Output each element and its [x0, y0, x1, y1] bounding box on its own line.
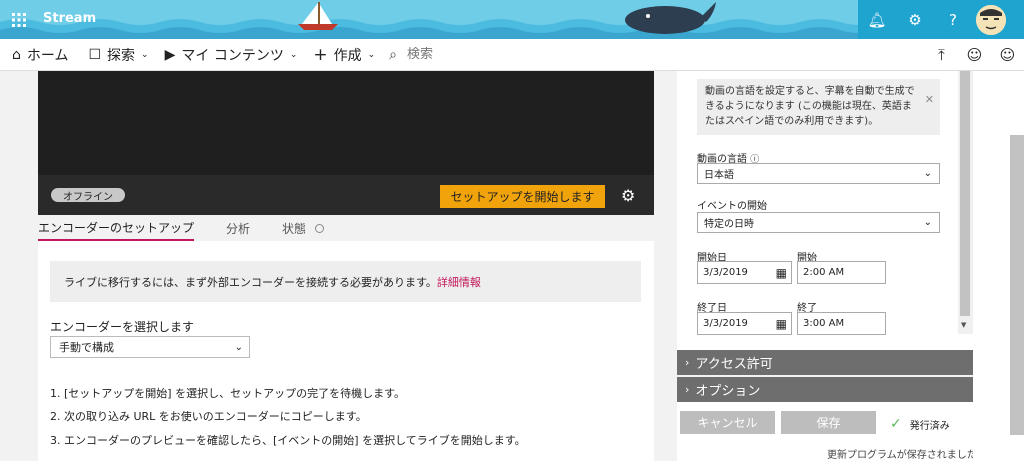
encoder-select-value: 手動で構成: [59, 341, 114, 354]
encoder-panel: オフライン セットアップを開始します ⚙ エンコーダーのセットアップ 分析 状態…: [38, 71, 654, 461]
start-date-value: 3/3/2019: [703, 267, 748, 278]
details-panel: 動画の言語を設定すると、字幕を自動で生成できるようになります (この機能は現在、…: [677, 71, 973, 350]
tab-encoder-setup-label: エンコーダーのセットアップ: [38, 220, 195, 235]
top-nav: ⌂ ホーム ☐ 探索 ⌄ ▶︎ マイ コンテンツ ⌄ + 作成 ⌄ ⌕ ⤒ ☺︎…: [0, 39, 1024, 71]
app-title[interactable]: Stream: [43, 11, 96, 26]
tab-bar: エンコーダーのセットアップ 分析 状態: [38, 215, 654, 241]
avatar[interactable]: [976, 4, 1006, 35]
nav-home[interactable]: ⌂ ホーム: [0, 39, 76, 71]
calendar-icon[interactable]: ▦: [776, 266, 787, 280]
details-scrollbar[interactable]: ▼: [958, 71, 973, 334]
home-icon: ⌂: [12, 46, 21, 63]
permissions-section[interactable]: › アクセス許可: [677, 350, 973, 375]
scrollbar-thumb[interactable]: [960, 71, 970, 316]
info-text: ライブに移行するには、まず外部エンコーダーを接続する必要があります。: [64, 275, 437, 289]
chevron-down-icon: ⌄: [367, 49, 376, 60]
gutter: [654, 71, 676, 461]
options-section[interactable]: › オプション: [677, 377, 973, 402]
event-start-label: イベントの開始: [697, 201, 767, 212]
chevron-down-icon: ⌄: [923, 217, 932, 228]
status-dot-icon: [315, 223, 325, 233]
nav-explore-label: 探索: [107, 47, 136, 64]
video-toolbar: オフライン セットアップを開始します ⚙: [38, 175, 654, 215]
nav-create[interactable]: + 作成 ⌄: [305, 39, 383, 71]
checkmark-icon: ✓: [890, 416, 902, 432]
settings-gear-icon[interactable]: ⚙: [621, 186, 635, 205]
tab-analytics-label: 分析: [226, 221, 251, 236]
chevron-down-icon: ⌄: [923, 168, 932, 179]
search-input[interactable]: [407, 47, 608, 62]
tab-encoder-setup[interactable]: エンコーダーのセットアップ: [38, 215, 195, 241]
save-button[interactable]: 保存: [781, 411, 876, 434]
waffle-icon[interactable]: [0, 0, 38, 39]
page-margin: [973, 71, 1024, 461]
chevron-down-icon: ⌄: [289, 49, 298, 60]
search-icon: ⌕: [389, 46, 398, 63]
tab-status[interactable]: 状態: [282, 215, 325, 241]
header-actions: 🔔︎ ⚙ ?: [858, 0, 1024, 39]
end-date-input[interactable]: 3/3/2019 ▦: [697, 312, 792, 335]
setup-step-1: 1. [セットアップを開始] を選択し、セットアップの完了を待機します。: [50, 387, 405, 400]
search-box[interactable]: ⌕: [389, 46, 608, 63]
published-status: ✓ 発行済み: [890, 416, 950, 432]
end-time-value: 3:00 AM: [803, 318, 845, 329]
scroll-down-icon[interactable]: ▼: [961, 321, 966, 329]
plus-icon: +: [313, 44, 328, 65]
tab-analytics[interactable]: 分析: [226, 215, 250, 241]
start-time-value: 2:00 AM: [803, 267, 845, 278]
action-bar: キャンセル 保存 ✓ 発行済み 更新プログラムが保存されました: [677, 402, 977, 461]
nav-actions: ⤒ ☺︎ ☺: [925, 39, 1024, 71]
video-preview: オフライン セットアップを開始します ⚙: [38, 71, 654, 215]
notice-text: 動画の言語を設定すると、字幕を自動で生成できるようになります (この機能は現在、…: [705, 86, 915, 127]
start-setup-button[interactable]: セットアップを開始します: [440, 185, 605, 208]
nav-home-label: ホーム: [26, 47, 69, 64]
video-icon: ▶︎: [164, 46, 176, 63]
bell-icon[interactable]: 🔔︎: [858, 0, 896, 39]
chevron-down-icon: ⌄: [234, 342, 243, 353]
start-time-input[interactable]: 2:00 AM: [797, 261, 886, 284]
event-start-value: 特定の日時: [704, 219, 754, 230]
nav-explore[interactable]: ☐ 探索 ⌄: [80, 39, 156, 71]
learn-more-link[interactable]: 詳細情報: [437, 274, 481, 290]
encoder-select[interactable]: 手動で構成 ⌄: [50, 336, 250, 358]
setup-step-3: 3. エンコーダーのプレビューを確認したら、[イベントの開始] を選択してライブ…: [50, 434, 526, 447]
published-label: 発行済み: [909, 420, 950, 432]
close-icon[interactable]: ✕: [925, 92, 934, 107]
nav-create-label: 作成: [333, 47, 362, 64]
event-start-select[interactable]: 特定の日時 ⌄: [697, 212, 940, 233]
language-value: 日本語: [704, 170, 734, 181]
calendar-icon[interactable]: ▦: [776, 317, 787, 331]
options-label: オプション: [695, 384, 761, 399]
permissions-label: アクセス許可: [695, 357, 773, 372]
gear-icon[interactable]: ⚙: [896, 0, 934, 39]
language-notice: 動画の言語を設定すると、字幕を自動で生成できるようになります (この機能は現在、…: [697, 79, 940, 135]
upload-icon[interactable]: ⤒: [925, 39, 958, 71]
person-add-icon[interactable]: ☺︎: [958, 39, 991, 71]
end-time-input[interactable]: 3:00 AM: [797, 312, 886, 335]
setup-step-2: 2. 次の取り込み URL をお使いのエンコーダーにコピーします。: [50, 410, 367, 423]
chevron-right-icon: ›: [685, 356, 690, 369]
chevron-right-icon: ›: [685, 383, 690, 396]
smiley-icon[interactable]: ☺: [991, 39, 1024, 71]
chevron-down-icon: ⌄: [141, 49, 149, 60]
start-date-input[interactable]: 3/3/2019 ▦: [697, 261, 792, 284]
language-select[interactable]: 日本語 ⌄: [697, 163, 940, 184]
explore-icon: ☐: [88, 46, 102, 63]
cancel-button[interactable]: キャンセル: [680, 411, 775, 434]
saved-message: 更新プログラムが保存されました: [827, 450, 977, 461]
tab-status-label: 状態: [282, 221, 307, 236]
nav-my-content-label: マイ コンテンツ: [181, 47, 284, 64]
info-message: ライブに移行するには、まず外部エンコーダーを接続する必要があります。 詳細情報: [50, 261, 641, 302]
end-date-value: 3/3/2019: [703, 318, 748, 329]
page-scrollbar-thumb[interactable]: [1010, 135, 1024, 435]
status-badge: オフライン: [51, 188, 125, 203]
nav-my-content[interactable]: ▶︎ マイ コンテンツ ⌄: [157, 39, 306, 71]
help-icon[interactable]: ?: [934, 0, 972, 39]
encoder-label: エンコーダーを選択します: [50, 320, 195, 334]
